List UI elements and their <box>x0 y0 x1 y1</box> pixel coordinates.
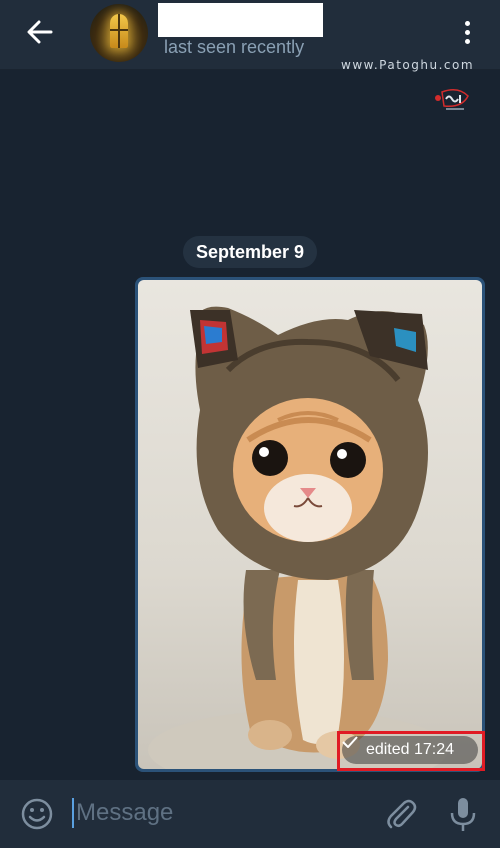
cat-photo[interactable]: edited 17:24 <box>138 280 482 769</box>
avatar[interactable] <box>90 4 148 62</box>
emoji-icon <box>21 798 53 830</box>
arrow-left-icon <box>27 20 53 44</box>
more-options-button[interactable] <box>452 14 482 50</box>
message-composer <box>0 780 500 848</box>
contact-name-redacted[interactable] <box>158 3 323 37</box>
date-separator: September 9 <box>183 236 317 268</box>
watermark-url: www.Patoghu.com <box>341 58 475 72</box>
emoji-button[interactable] <box>20 797 54 831</box>
last-seen-status: last seen recently <box>164 37 305 57</box>
annotation-highlight-box <box>337 731 485 771</box>
watermark-logo <box>432 86 472 114</box>
message-input[interactable] <box>76 796 366 830</box>
photo-message[interactable]: edited 17:24 <box>135 277 485 772</box>
attach-button[interactable] <box>384 797 418 831</box>
microphone-icon <box>450 798 476 831</box>
text-cursor <box>72 798 74 828</box>
microphone-button[interactable] <box>446 795 480 833</box>
back-button[interactable] <box>20 14 60 50</box>
paperclip-icon <box>387 799 417 829</box>
more-vertical-icon <box>464 20 470 26</box>
